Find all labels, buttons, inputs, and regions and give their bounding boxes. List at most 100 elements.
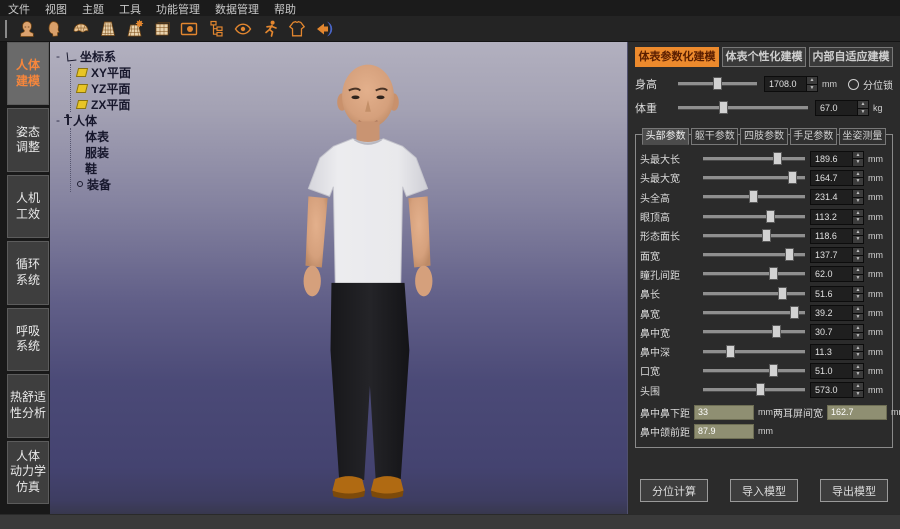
spin-down-icon[interactable]: ▼ — [807, 85, 817, 92]
hair-mesh-icon[interactable] — [71, 19, 91, 39]
display-icon[interactable] — [179, 19, 199, 39]
menu-item-6[interactable]: 帮助 — [274, 1, 296, 17]
slider-track[interactable] — [703, 292, 805, 296]
slider-track[interactable] — [678, 106, 808, 110]
param-tab-3[interactable]: 手足参数 — [790, 128, 837, 145]
spin-down-icon[interactable]: ▼ — [853, 198, 863, 205]
spin-up-icon[interactable]: ▲ — [853, 383, 863, 391]
value-box[interactable]: 118.6▲▼ — [810, 228, 864, 244]
sidebar-tab-body-dynamics[interactable]: 人体动力学仿真 — [7, 441, 49, 504]
slider-track[interactable] — [703, 234, 805, 238]
tree-node[interactable]: 服装 — [77, 144, 131, 160]
slider-track[interactable] — [703, 388, 805, 392]
slider-track[interactable] — [703, 350, 805, 354]
spin-up-icon[interactable]: ▲ — [853, 364, 863, 372]
viewport-3d[interactable]: -坐标系XY平面YZ平面ZX平面-人体体表服装鞋装备 — [50, 42, 627, 514]
eye-icon[interactable] — [233, 19, 253, 39]
spin-down-icon[interactable]: ▼ — [853, 314, 863, 321]
action-button-2[interactable]: 导出模型 — [820, 479, 888, 502]
slider-handle[interactable] — [772, 325, 781, 338]
value-box[interactable]: 51.0▲▼ — [810, 363, 864, 379]
slider-handle[interactable] — [762, 229, 771, 242]
action-button-1[interactable]: 导入模型 — [730, 479, 798, 502]
measure-input[interactable]: 162.7 — [827, 405, 887, 420]
tshirt-icon[interactable] — [287, 19, 307, 39]
panel-tab-1[interactable]: 体表个性化建模 — [722, 47, 806, 67]
menu-item-2[interactable]: 主题 — [82, 1, 104, 17]
value-box[interactable]: 113.2▲▼ — [810, 209, 864, 225]
spin-down-icon[interactable]: ▼ — [858, 109, 868, 116]
spin-down-icon[interactable]: ▼ — [853, 236, 863, 243]
sidebar-tab-posture-adjust[interactable]: 姿态调整 — [7, 108, 49, 171]
slider-handle[interactable] — [719, 101, 728, 114]
value-box[interactable]: 1708.0▲▼ — [764, 76, 818, 92]
slider-track[interactable] — [678, 82, 757, 86]
value-box[interactable]: 39.2▲▼ — [810, 305, 864, 321]
slider-track[interactable] — [703, 369, 805, 373]
skirt-mesh-icon[interactable] — [98, 19, 118, 39]
sidebar-tab-body-modeling[interactable]: 人体建模 — [7, 42, 49, 105]
spin-up-icon[interactable]: ▲ — [853, 345, 863, 353]
cube-mesh-icon[interactable] — [152, 19, 172, 39]
menu-item-0[interactable]: 文件 — [8, 1, 30, 17]
slider-handle[interactable] — [756, 383, 765, 396]
tree-expander[interactable]: - — [56, 49, 63, 63]
spin-down-icon[interactable]: ▼ — [853, 352, 863, 359]
value-box[interactable]: 62.0▲▼ — [810, 266, 864, 282]
exit-icon[interactable] — [314, 19, 334, 39]
tree-node[interactable]: ZX平面 — [77, 96, 131, 112]
sidebar-tab-thermal-comfort[interactable]: 热舒适性分析 — [7, 374, 49, 437]
menu-item-5[interactable]: 数据管理 — [215, 1, 259, 17]
slider-handle[interactable] — [713, 77, 722, 90]
slider-handle[interactable] — [788, 171, 797, 184]
percentile-lock-radio[interactable] — [848, 79, 859, 90]
tree-node[interactable]: 装备 — [77, 176, 131, 192]
slider-track[interactable] — [703, 330, 805, 334]
param-tab-1[interactable]: 躯干参数 — [691, 128, 738, 145]
menu-item-3[interactable]: 工具 — [119, 1, 141, 17]
slider-handle[interactable] — [769, 267, 778, 280]
spin-down-icon[interactable]: ▼ — [853, 275, 863, 282]
action-button-0[interactable]: 分位计算 — [640, 479, 708, 502]
spin-down-icon[interactable]: ▼ — [853, 333, 863, 340]
spin-down-icon[interactable]: ▼ — [853, 294, 863, 301]
spin-up-icon[interactable]: ▲ — [853, 306, 863, 314]
tree-node[interactable]: 体表 — [77, 128, 131, 144]
value-box[interactable]: 11.3▲▼ — [810, 344, 864, 360]
slider-handle[interactable] — [773, 152, 782, 165]
slider-track[interactable] — [703, 215, 805, 219]
spin-up-icon[interactable]: ▲ — [853, 267, 863, 275]
param-tab-4[interactable]: 坐姿测量 — [839, 128, 886, 145]
slider-handle[interactable] — [785, 248, 794, 261]
param-tab-2[interactable]: 四肢参数 — [740, 128, 787, 145]
slider-handle[interactable] — [790, 306, 799, 319]
spin-up-icon[interactable]: ▲ — [853, 287, 863, 295]
spin-up-icon[interactable]: ▲ — [807, 77, 817, 85]
measure-input[interactable]: 33 — [694, 405, 754, 420]
measure-input[interactable]: 87.9 — [694, 424, 754, 439]
head-icon[interactable] — [44, 19, 64, 39]
spin-down-icon[interactable]: ▼ — [853, 391, 863, 398]
value-box[interactable]: 573.0▲▼ — [810, 382, 864, 398]
toolbar-grip[interactable] — [5, 20, 9, 38]
param-tab-0[interactable]: 头部参数 — [642, 128, 689, 145]
spin-up-icon[interactable]: ▲ — [858, 101, 868, 109]
slider-track[interactable] — [703, 157, 805, 161]
slider-handle[interactable] — [769, 364, 778, 377]
tree-expander[interactable]: - — [56, 113, 63, 127]
sidebar-tab-respiratory[interactable]: 呼吸系统 — [7, 308, 49, 371]
tree-node[interactable]: -坐标系 — [56, 48, 131, 64]
value-box[interactable]: 137.7▲▼ — [810, 247, 864, 263]
slider-handle[interactable] — [749, 190, 758, 203]
spin-down-icon[interactable]: ▼ — [853, 159, 863, 166]
sidebar-tab-ergonomics[interactable]: 人机工效 — [7, 175, 49, 238]
spin-down-icon[interactable]: ▼ — [853, 217, 863, 224]
slider-track[interactable] — [703, 176, 805, 180]
spin-up-icon[interactable]: ▲ — [853, 325, 863, 333]
spin-down-icon[interactable]: ▼ — [853, 371, 863, 378]
slider-track[interactable] — [703, 253, 805, 257]
runner-icon[interactable] — [260, 19, 280, 39]
slider-handle[interactable] — [766, 210, 775, 223]
slider-track[interactable] — [703, 272, 805, 276]
spin-up-icon[interactable]: ▲ — [853, 229, 863, 237]
